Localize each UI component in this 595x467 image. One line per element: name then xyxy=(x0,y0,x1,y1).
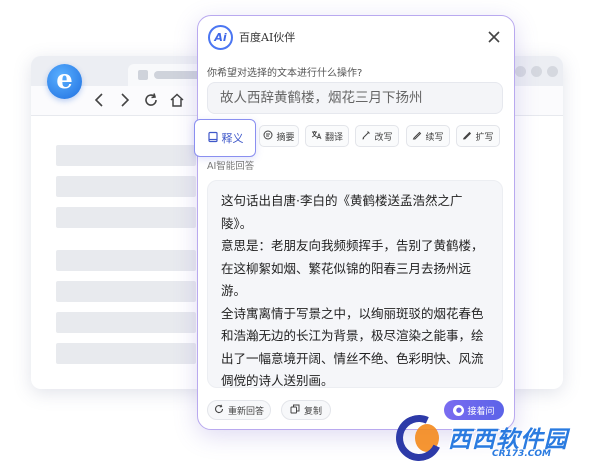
content-placeholder-line xyxy=(56,250,196,271)
answer-section-label: AI智能回答 xyxy=(207,161,255,172)
panel-title: 百度AI伙伴 xyxy=(239,31,296,44)
answer-paragraph: 这句话出自唐·李白的《黄鹤楼送孟浩然之广陵》。 xyxy=(221,193,463,231)
tool-button-rewrite[interactable]: 改写 xyxy=(355,125,399,147)
answer-paragraph: 全诗寓离情于写景之中，以绚丽斑驳的烟花春色和浩瀚无边的长江为背景，极尽渲染之能事… xyxy=(221,305,484,388)
window-control[interactable] xyxy=(531,66,542,77)
window-control[interactable] xyxy=(547,66,558,77)
chat-bubble-icon: ● xyxy=(453,404,465,416)
home-icon[interactable] xyxy=(167,90,187,112)
pencil-icon xyxy=(412,130,422,143)
content-placeholder-line xyxy=(56,145,196,166)
action-toolbar: 释义 摘要 翻译 改写 续写 扩写 xyxy=(194,119,516,157)
tool-button-explain[interactable]: 释义 xyxy=(194,119,256,157)
chevron-right-icon[interactable] xyxy=(115,90,135,112)
tool-label: 翻译 xyxy=(324,132,343,143)
regenerate-label: 重新回答 xyxy=(227,406,264,417)
close-button[interactable] xyxy=(484,27,504,47)
summary-icon xyxy=(263,130,273,143)
reload-icon[interactable] xyxy=(141,90,161,112)
watermark-subtext: CR173.COM xyxy=(492,449,551,459)
copy-button[interactable]: 复制 xyxy=(281,400,331,420)
copy-label: 复制 xyxy=(303,406,322,417)
content-placeholder-line xyxy=(56,176,196,197)
ai-assistant-panel: Ai 百度AI伙伴 你希望对选择的文本进行什么操作? 故人西辞黄鹤楼，烟花三月下… xyxy=(194,15,516,430)
expand-pen-icon xyxy=(462,130,472,143)
tool-label: 释义 xyxy=(221,132,244,145)
chevron-left-icon[interactable] xyxy=(89,90,109,112)
tab-favicon xyxy=(138,70,148,80)
tool-label: 摘要 xyxy=(276,132,295,143)
tool-label: 扩写 xyxy=(475,132,494,143)
tool-button-summary[interactable]: 摘要 xyxy=(259,125,299,147)
refresh-icon xyxy=(214,404,224,417)
selected-text-field[interactable]: 故人西辞黄鹤楼，烟花三月下扬州 xyxy=(207,82,503,114)
watermark: 西西软件园 CR173.COM xyxy=(389,408,591,467)
tool-label: 改写 xyxy=(374,132,393,143)
close-icon xyxy=(488,31,500,43)
content-placeholder-line xyxy=(56,312,196,333)
watermark-ring-icon xyxy=(389,408,449,467)
copy-icon xyxy=(290,404,300,417)
tool-button-continue[interactable]: 续写 xyxy=(406,125,450,147)
translate-icon xyxy=(311,130,322,143)
window-control[interactable] xyxy=(515,66,526,77)
pen-icon xyxy=(361,130,371,143)
content-placeholder-line xyxy=(56,207,196,228)
answer-paragraph: 意思是：老朋友向我频频挥手，告别了黄鹤楼，在这柳絮如烟、繁花似锦的阳春三月去扬州… xyxy=(221,238,484,298)
action-question: 你希望对选择的文本进行什么操作? xyxy=(207,68,363,79)
browser-logo-icon: e xyxy=(47,64,82,99)
ai-logo-icon: Ai xyxy=(208,25,233,50)
answer-box: 这句话出自唐·李白的《黄鹤楼送孟浩然之广陵》。 意思是：老朋友向我频频挥手，告别… xyxy=(207,180,503,388)
content-placeholder-line xyxy=(56,281,196,302)
tool-button-translate[interactable]: 翻译 xyxy=(305,125,349,147)
book-icon xyxy=(207,131,219,146)
tool-button-expand[interactable]: 扩写 xyxy=(456,125,500,147)
tool-label: 续写 xyxy=(425,132,444,143)
panel-header: Ai 百度AI伙伴 xyxy=(208,25,504,50)
content-placeholder-line xyxy=(56,343,196,364)
tab-title-placeholder xyxy=(154,71,202,79)
regenerate-button[interactable]: 重新回答 xyxy=(207,400,271,420)
